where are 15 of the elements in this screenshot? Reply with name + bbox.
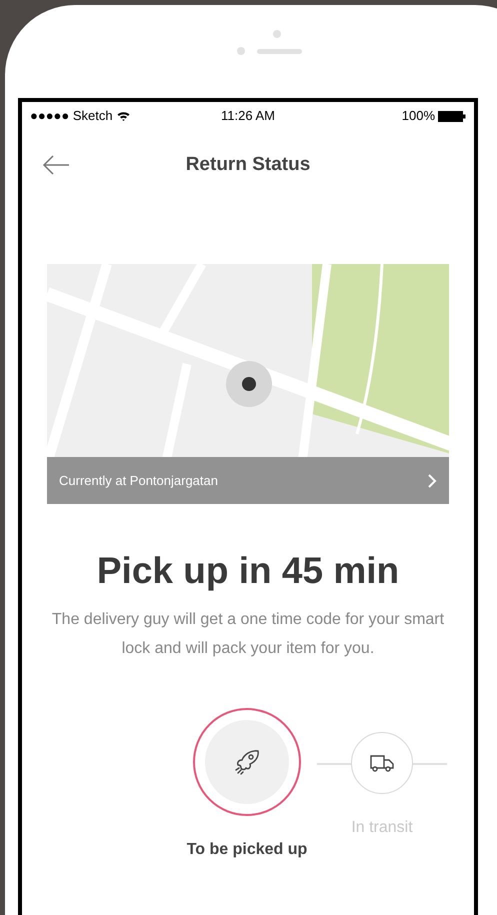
pickup-description: The delivery guy will get a one time code for your smart lock and will pack your item for you. xyxy=(50,610,446,659)
truck-icon xyxy=(369,753,395,773)
pickup-heading: Pick up in 45 min xyxy=(96,549,400,593)
battery-icon xyxy=(438,110,466,122)
carrier-text: ●●●●● Sketch xyxy=(30,107,113,126)
step-label: To be picked up xyxy=(186,840,308,860)
clock-text: 11:26 AM xyxy=(221,107,275,126)
speaker-slot xyxy=(256,48,302,54)
battery-text: 100% xyxy=(402,107,435,126)
back-arrow-icon xyxy=(42,155,70,175)
wifi-icon xyxy=(116,111,130,121)
chevron-right-icon xyxy=(428,474,437,488)
screen-title: Return Status xyxy=(186,152,310,177)
location-bar[interactable]: Currently at Pontonjargatan xyxy=(47,457,449,504)
back-button[interactable] xyxy=(42,155,70,175)
